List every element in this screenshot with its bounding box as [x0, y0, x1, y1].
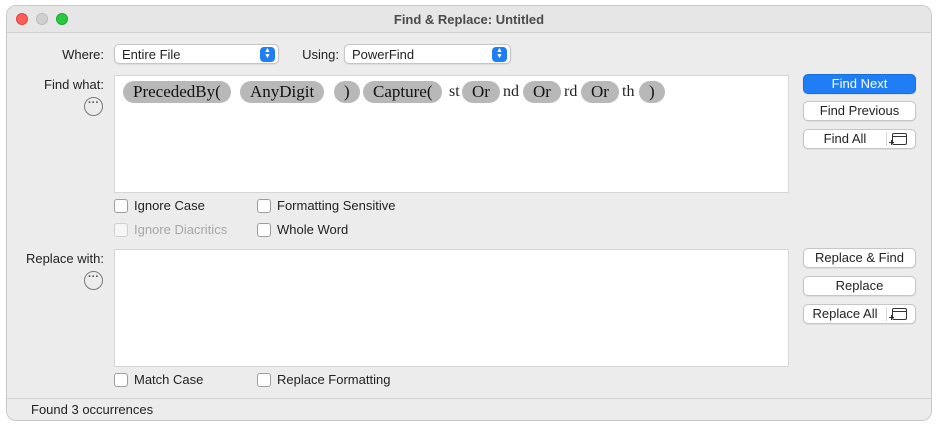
find-token[interactable]: ) [334, 81, 360, 103]
find-next-button[interactable]: Find Next [803, 74, 916, 94]
find-previous-label: Find Previous [819, 103, 900, 118]
find-what-label: Find what: [44, 77, 104, 92]
using-popup[interactable]: PowerFind ▲ ▼ [344, 44, 511, 64]
ignore-diacritics-label: Ignore Diacritics [134, 222, 228, 237]
find-token[interactable]: PrecededBy( [123, 81, 231, 103]
where-popup[interactable]: Entire File ▲ ▼ [114, 44, 279, 64]
checkbox-box [257, 199, 271, 213]
replace-with-label: Replace with: [25, 251, 104, 266]
whole-word-label: Whole Word [277, 222, 349, 237]
checkbox-box [257, 223, 271, 237]
status-text: Found 3 occurrences [31, 402, 154, 417]
more-options-icon[interactable]: ··· [84, 97, 103, 116]
using-value: PowerFind [352, 47, 415, 62]
replace-label: Replace [835, 278, 884, 293]
where-value: Entire File [122, 47, 181, 62]
find-token[interactable]: AnyDigit [240, 81, 325, 103]
checkbox-box [114, 199, 128, 213]
match-case-label: Match Case [134, 372, 204, 387]
find-token[interactable]: Capture( [363, 81, 443, 103]
find-token[interactable]: Or [462, 81, 500, 103]
chevron-updown-icon: ▲ ▼ [260, 47, 275, 62]
find-text: st [449, 83, 460, 100]
find-all-button[interactable]: Find All [803, 129, 916, 149]
find-token[interactable]: ) [639, 81, 665, 103]
divider [886, 307, 887, 321]
checkbox-box [114, 223, 128, 237]
using-label: Using: [302, 47, 339, 62]
find-replace-window: Find & Replace: Untitled Where: Entire F… [6, 5, 932, 421]
find-text: rd [564, 83, 578, 100]
find-all-label: Find All [823, 131, 867, 146]
where-label: Where: [62, 47, 104, 62]
find-text: th [622, 83, 635, 100]
replace-button[interactable]: Replace [803, 276, 916, 296]
replace-all-button[interactable]: Replace All [803, 304, 916, 324]
checkbox-box [114, 373, 128, 387]
ignore-case-label: Ignore Case [134, 198, 205, 213]
divider [886, 132, 887, 146]
more-options-icon[interactable]: ··· [84, 271, 103, 290]
replace-field[interactable] [114, 249, 789, 367]
find-field[interactable]: PrecededBy( AnyDigit ) Capture( st Or nd… [114, 75, 789, 193]
new-window-icon[interactable] [892, 133, 907, 145]
find-next-label: Find Next [831, 76, 888, 91]
find-text: nd [503, 83, 519, 100]
find-token[interactable]: Or [581, 81, 619, 103]
replace-formatting-label: Replace Formatting [277, 372, 391, 387]
status-bar: Found 3 occurrences [7, 398, 931, 420]
replace-all-label: Replace All [812, 306, 878, 321]
new-window-icon[interactable] [892, 308, 907, 320]
title-bar: Find & Replace: Untitled [7, 6, 931, 33]
formatting-sensitive-label: Formatting Sensitive [277, 198, 396, 213]
replace-and-find-button[interactable]: Replace & Find [803, 248, 916, 268]
replace-and-find-label: Replace & Find [815, 250, 904, 265]
chevron-updown-icon: ▲ ▼ [492, 47, 507, 62]
window-title: Find & Replace: Untitled [393, 12, 545, 27]
find-previous-button[interactable]: Find Previous [803, 101, 916, 121]
find-token[interactable]: Or [523, 81, 561, 103]
checkbox-box [257, 373, 271, 387]
